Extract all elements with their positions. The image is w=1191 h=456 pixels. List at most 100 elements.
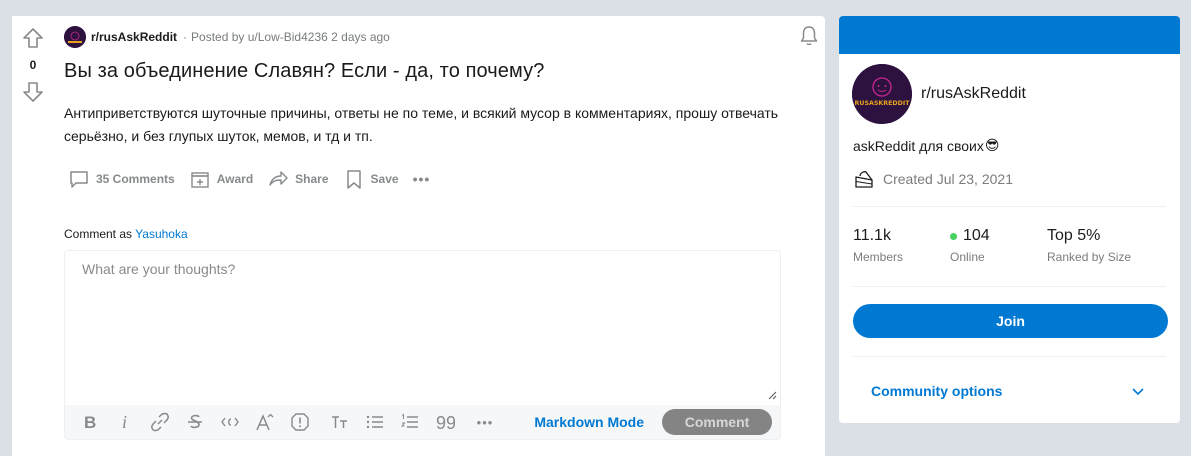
join-button[interactable]: Join (853, 304, 1168, 338)
community-name[interactable]: r/rusAskReddit (921, 85, 1026, 103)
numbered-list-button[interactable] (397, 409, 423, 435)
superscript-icon (256, 413, 274, 431)
italic-button[interactable]: i (112, 409, 138, 435)
online-dot-icon (950, 232, 957, 240)
strikethrough-button[interactable] (182, 409, 208, 435)
vote-column: 0 (12, 16, 52, 456)
community-avatar[interactable]: RUSASKREDDIT (852, 64, 912, 124)
post-title: Вы за объединение Славян? Если - да, то … (64, 60, 545, 82)
award-button[interactable]: Award (185, 164, 257, 194)
strikethrough-icon (188, 414, 202, 429)
created-date: Created Jul 23, 2021 (883, 171, 1013, 187)
save-label: Save (370, 172, 399, 186)
community-banner (839, 16, 1180, 54)
link-icon (151, 412, 169, 432)
comment-bubble-icon (70, 171, 88, 188)
editor-toolbar: B i 99 ••• Markdown Mode Comment (65, 405, 780, 439)
stat-online: 104 Online (950, 227, 1047, 264)
comments-button[interactable]: 35 Comments (64, 164, 179, 194)
subreddit-avatar[interactable] (64, 26, 86, 48)
award-label: Award (216, 172, 254, 186)
superscript-button[interactable] (252, 409, 278, 435)
numbered-list-icon (400, 413, 418, 428)
heading-button[interactable] (327, 409, 353, 435)
spoiler-alert-icon (291, 413, 309, 431)
bookmark-icon (346, 170, 361, 189)
community-description-text: askReddit для своих (853, 137, 984, 154)
community-sidebar: RUSASKREDDIT r/rusAskReddit askReddit дл… (839, 16, 1180, 423)
sunglasses-emoji-icon: 😎 (984, 137, 1000, 153)
members-label: Members (853, 250, 904, 264)
post-card: 0 r/rusAskReddit · Posted by u/Low-Bid42… (12, 16, 825, 456)
heading-icon (332, 416, 347, 428)
more-options-icon: ••• (412, 171, 431, 187)
comment-editor: B i (64, 250, 781, 440)
downvote-arrow-icon (23, 82, 43, 102)
online-count: 104 (963, 227, 990, 244)
comment-as-prefix: Comment as (64, 227, 133, 241)
community-logo-text: RUSASKREDDIT (854, 100, 910, 107)
comments-label: 35 Comments (96, 172, 175, 186)
online-count-row: 104 (950, 227, 1047, 245)
resize-grip-icon[interactable] (768, 391, 777, 400)
submit-comment-button[interactable]: Comment (662, 409, 772, 435)
community-stats: 11.1k Members 104 Online Top 5% Ranked b… (853, 227, 1144, 264)
chevron-down-icon (1132, 388, 1144, 396)
sidebar-divider-bottom (853, 356, 1166, 357)
sidebar-divider-top (853, 206, 1166, 207)
italic-icon: i (122, 412, 127, 432)
svg-text:i: i (122, 412, 127, 432)
community-description: askReddit для своих 😎 (853, 137, 999, 154)
quote-icon: 99 (436, 413, 455, 432)
bold-button[interactable]: B (77, 409, 103, 435)
share-label: Share (295, 172, 329, 186)
post-time[interactable]: 2 days ago (331, 30, 390, 44)
subreddit-link[interactable]: r/rusAskReddit (91, 30, 177, 44)
markdown-mode-button[interactable]: Markdown Mode (534, 414, 644, 430)
posted-by[interactable]: Posted by u/Low-Bid4236 (191, 30, 328, 44)
inline-code-icon (221, 417, 239, 427)
online-label: Online (950, 250, 985, 264)
notification-bell-button[interactable] (797, 24, 821, 48)
more-options-button[interactable]: ••• (409, 164, 435, 194)
stat-members: 11.1k Members (853, 227, 950, 264)
bold-icon: B (84, 413, 96, 432)
link-button[interactable] (147, 409, 173, 435)
bell-icon (800, 26, 818, 46)
comment-as-line: Comment as Yasuhoka (64, 227, 188, 241)
sidebar-divider-middle (853, 286, 1166, 287)
upvote-arrow-icon (23, 28, 43, 48)
share-arrow-icon (269, 171, 288, 186)
comment-as-username-link[interactable]: Yasuhoka (135, 227, 187, 241)
community-options-label: Community options (871, 383, 1003, 399)
subreddit-logo-icon (64, 26, 86, 48)
more-formatting-icon: ••• (476, 414, 494, 430)
community-logo-icon: RUSASKREDDIT (852, 64, 912, 124)
downvote-button[interactable] (21, 80, 45, 104)
quote-block-button[interactable]: 99 (432, 409, 458, 435)
stat-rank: Top 5% Ranked by Size (1047, 227, 1144, 264)
rank-label: Ranked by Size (1047, 250, 1132, 264)
upvote-button[interactable] (21, 26, 45, 50)
community-options-toggle[interactable]: Community options (853, 376, 1168, 406)
comment-textarea[interactable] (65, 251, 780, 401)
post-meta: r/rusAskReddit · Posted by u/Low-Bid4236… (64, 26, 390, 48)
post-body: Антиприветствуются шуточные причины, отв… (64, 105, 779, 144)
post-actions: 35 Comments Award Share Save ••• (64, 164, 440, 194)
bulleted-list-button[interactable] (362, 409, 388, 435)
save-button[interactable]: Save (339, 164, 403, 194)
svg-text:B: B (84, 413, 96, 432)
inline-code-button[interactable] (217, 409, 243, 435)
svg-text:99: 99 (436, 413, 455, 432)
spoiler-button[interactable] (287, 409, 313, 435)
rank-value: Top 5% (1047, 227, 1101, 244)
vote-count: 0 (29, 58, 37, 72)
members-count: 11.1k (853, 227, 891, 244)
more-formatting-button[interactable]: ••• (472, 409, 498, 435)
share-button[interactable]: Share (263, 164, 332, 194)
meta-separator: · (183, 30, 188, 44)
cake-icon (855, 171, 873, 188)
bulleted-list-icon (366, 415, 383, 429)
gift-icon (191, 172, 209, 188)
community-created: Created Jul 23, 2021 (853, 168, 1013, 190)
